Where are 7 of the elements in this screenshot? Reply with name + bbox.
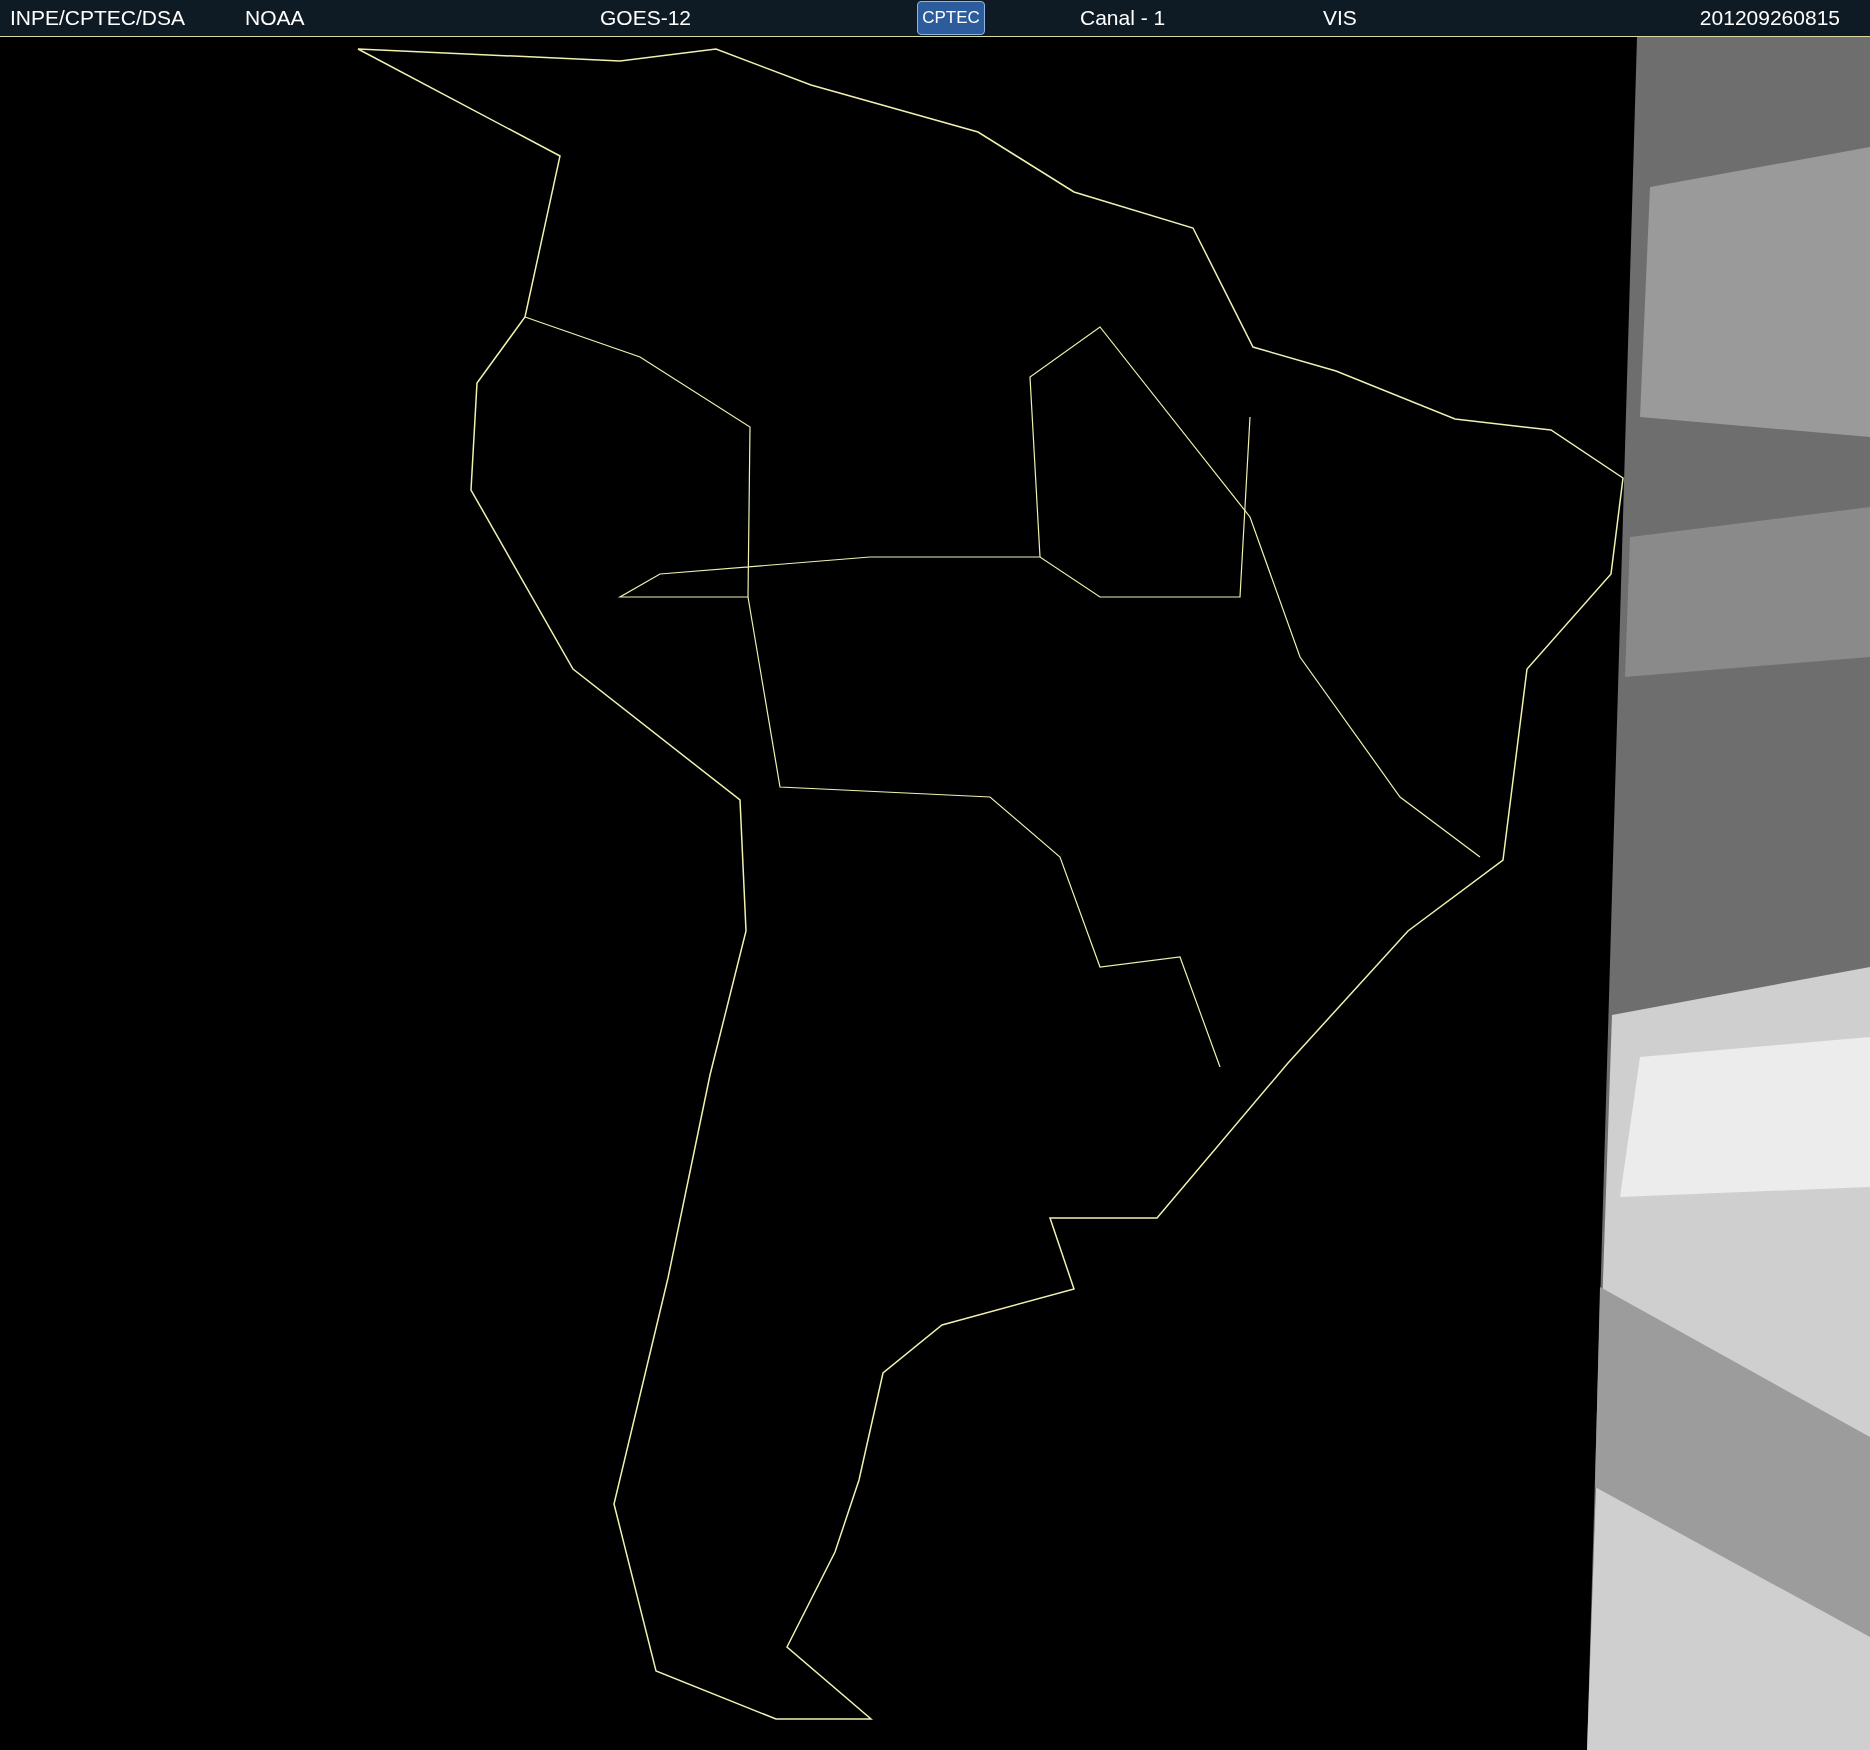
channel-label: Canal - 1: [1080, 5, 1167, 32]
timestamp-label: 201209260815: [1699, 5, 1840, 32]
band-label: VIS: [1323, 5, 1358, 32]
source-label: INPE/CPTEC/DSA: [10, 5, 187, 32]
satellite-label: GOES-12: [600, 5, 693, 32]
cptec-logo: CPTEC: [917, 1, 985, 35]
agency-label: NOAA: [245, 5, 306, 32]
